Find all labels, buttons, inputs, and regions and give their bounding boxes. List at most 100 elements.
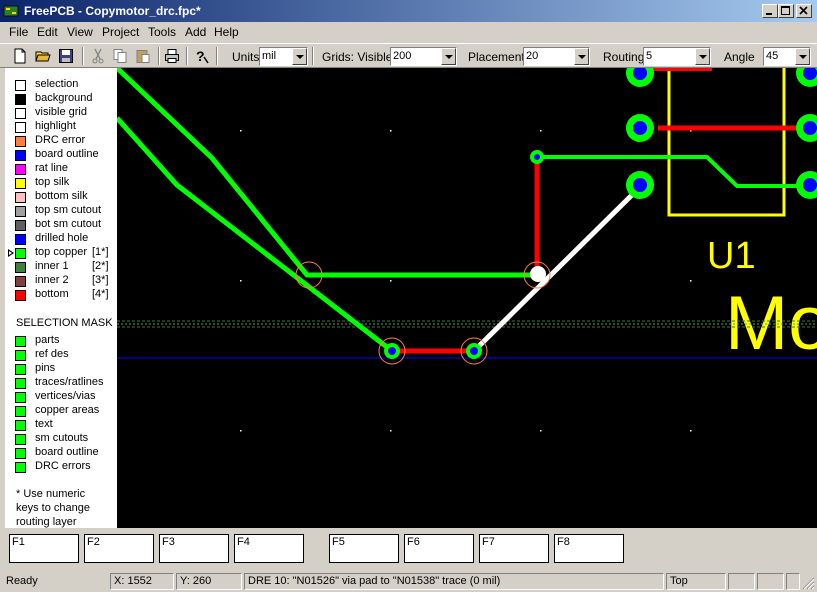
- layer-row[interactable]: bot sm cutout: [5, 218, 117, 232]
- layer-color-swatch[interactable]: [15, 108, 26, 119]
- top-trace[interactable]: [117, 68, 537, 278]
- mask-toggle-swatch[interactable]: [15, 462, 26, 473]
- save-button[interactable]: [56, 46, 76, 66]
- mask-toggle-swatch[interactable]: [15, 420, 26, 431]
- visible-grid-select[interactable]: 200: [390, 47, 457, 66]
- fkey-f2[interactable]: F2: [84, 534, 154, 563]
- fkey-f1[interactable]: F1: [9, 534, 79, 563]
- layer-row[interactable]: board outline: [5, 148, 117, 162]
- layer-color-swatch[interactable]: [15, 122, 26, 133]
- selection-mask-item[interactable]: copper areas: [5, 404, 117, 418]
- layer-color-swatch[interactable]: [15, 262, 26, 273]
- mask-toggle-swatch[interactable]: [15, 392, 26, 403]
- units-select[interactable]: mil: [259, 47, 308, 66]
- chevron-down-icon[interactable]: [292, 48, 307, 65]
- placement-grid-select[interactable]: 20: [523, 47, 590, 66]
- fkey-f4[interactable]: F4: [234, 534, 304, 563]
- layer-row[interactable]: DRC error: [5, 134, 117, 148]
- selection-mask-item[interactable]: sm cutouts: [5, 432, 117, 446]
- selection-mask-item[interactable]: traces/ratlines: [5, 376, 117, 390]
- fkey-f3[interactable]: F3: [159, 534, 229, 563]
- menu-file[interactable]: File: [9, 25, 28, 39]
- layer-color-swatch[interactable]: [15, 220, 26, 231]
- fkey-f7[interactable]: F7: [479, 534, 549, 563]
- maximize-button[interactable]: [778, 4, 794, 18]
- fkey-f6[interactable]: F6: [404, 534, 474, 563]
- selection-mask-item[interactable]: ref des: [5, 348, 117, 362]
- layer-row[interactable]: visible grid: [5, 106, 117, 120]
- mask-toggle-swatch[interactable]: [15, 378, 26, 389]
- layer-color-swatch[interactable]: [15, 192, 26, 203]
- window-title: FreePCB - Copymotor_drc.fpc*: [24, 4, 201, 18]
- layer-row[interactable]: top sm cutout: [5, 204, 117, 218]
- freepcb-app-icon[interactable]: [3, 3, 19, 19]
- selection-mask-item[interactable]: DRC errors: [5, 460, 117, 474]
- close-button[interactable]: [796, 4, 812, 18]
- fkey-f5[interactable]: F5: [329, 534, 399, 563]
- layer-color-swatch[interactable]: [15, 150, 26, 161]
- mask-toggle-swatch[interactable]: [15, 448, 26, 459]
- layer-color-swatch[interactable]: [15, 164, 26, 175]
- chevron-down-icon[interactable]: [574, 48, 589, 65]
- layer-row[interactable]: highlight: [5, 120, 117, 134]
- mask-item-label: ref des: [35, 348, 69, 360]
- pcb-drawing[interactable]: U1 Mo: [117, 68, 817, 528]
- help-button[interactable]: ?: [191, 46, 211, 66]
- top-trace[interactable]: [537, 155, 817, 188]
- pcb-canvas[interactable]: U1 Mo: [117, 68, 817, 528]
- layer-color-swatch[interactable]: [15, 290, 26, 301]
- mask-toggle-swatch[interactable]: [15, 434, 26, 445]
- selection-mask-item[interactable]: text: [5, 418, 117, 432]
- layer-color-swatch[interactable]: [15, 178, 26, 189]
- menu-add[interactable]: Add: [185, 25, 206, 39]
- layer-row[interactable]: selection: [5, 78, 117, 92]
- layer-row[interactable]: bottom [4*]: [5, 288, 117, 302]
- selection-mask-item[interactable]: pins: [5, 362, 117, 376]
- chevron-down-icon[interactable]: [441, 48, 456, 65]
- selection-mask-item[interactable]: board outline: [5, 446, 117, 460]
- menu-project[interactable]: Project: [102, 25, 139, 39]
- layer-row[interactable]: top silk: [5, 176, 117, 190]
- highlighted-vertex[interactable]: [530, 266, 546, 282]
- minimize-button[interactable]: [762, 4, 778, 18]
- layer-color-swatch[interactable]: [15, 206, 26, 217]
- layer-row[interactable]: background: [5, 92, 117, 106]
- layer-color-swatch[interactable]: [15, 80, 26, 91]
- new-button[interactable]: [10, 46, 30, 66]
- layer-row[interactable]: inner 2 [3*]: [5, 274, 117, 288]
- chevron-down-icon[interactable]: [695, 48, 710, 65]
- paste-button[interactable]: [133, 46, 153, 66]
- mask-toggle-swatch[interactable]: [15, 350, 26, 361]
- layer-row[interactable]: drilled hole: [5, 232, 117, 246]
- mask-toggle-swatch[interactable]: [15, 406, 26, 417]
- layer-panel: selection background visible grid highlight…: [5, 68, 117, 528]
- layer-color-swatch[interactable]: [15, 276, 26, 287]
- cut-button[interactable]: [88, 46, 108, 66]
- mask-toggle-swatch[interactable]: [15, 336, 26, 347]
- menu-tools[interactable]: Tools: [148, 25, 176, 39]
- layer-color-swatch[interactable]: [15, 94, 26, 105]
- resize-grip-icon[interactable]: [801, 576, 815, 590]
- chevron-down-icon[interactable]: [795, 48, 810, 65]
- angle-select[interactable]: 45: [763, 47, 811, 66]
- layer-color-swatch[interactable]: [15, 136, 26, 147]
- layer-color-swatch[interactable]: [15, 234, 26, 245]
- menu-edit[interactable]: Edit: [37, 25, 58, 39]
- layer-row[interactable]: rat line: [5, 162, 117, 176]
- selection-mask-item[interactable]: vertices/vias: [5, 390, 117, 404]
- fkey-f8[interactable]: F8: [554, 534, 624, 563]
- status-drc-message: DRE 10: "N01526" via pad to "N01538" tra…: [244, 573, 664, 590]
- layer-row[interactable]: top copper [1*]: [5, 246, 117, 260]
- copy-button[interactable]: [110, 46, 130, 66]
- print-button[interactable]: [162, 46, 182, 66]
- mask-toggle-swatch[interactable]: [15, 364, 26, 375]
- menu-help[interactable]: Help: [214, 25, 239, 39]
- layer-row[interactable]: inner 1 [2*]: [5, 260, 117, 274]
- layer-row[interactable]: bottom silk: [5, 190, 117, 204]
- open-button[interactable]: [33, 46, 53, 66]
- selection-mask-item[interactable]: parts: [5, 334, 117, 348]
- top-trace[interactable]: [117, 116, 394, 353]
- routing-grid-select[interactable]: 5: [643, 47, 711, 66]
- layer-color-swatch[interactable]: [15, 248, 26, 259]
- menu-view[interactable]: View: [67, 25, 93, 39]
